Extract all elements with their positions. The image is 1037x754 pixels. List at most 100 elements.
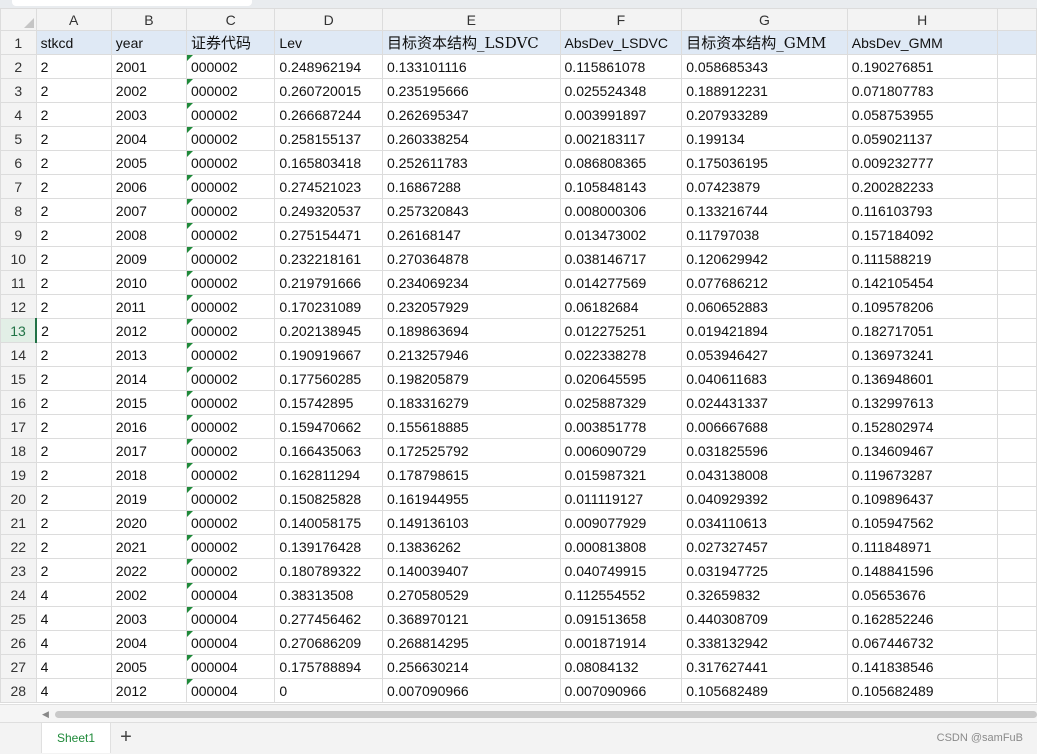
table-cell[interactable]: 0.182717051 bbox=[846, 318, 998, 343]
table-cell[interactable]: 000002 bbox=[185, 558, 276, 583]
table-cell[interactable]: 0.009232777 bbox=[846, 150, 998, 175]
table-cell[interactable]: 0.277456462 bbox=[274, 606, 383, 631]
table-cell[interactable]: 2013 bbox=[110, 342, 187, 367]
table-cell[interactable]: 2 bbox=[35, 198, 112, 223]
table-cell[interactable]: 0.014277569 bbox=[559, 270, 683, 295]
table-cell[interactable]: 0.266687244 bbox=[274, 102, 383, 127]
table-cell[interactable]: 000002 bbox=[185, 126, 276, 151]
row-header[interactable]: 8 bbox=[0, 198, 37, 223]
table-cell[interactable]: 0.105848143 bbox=[559, 174, 683, 199]
table-cell[interactable]: 2 bbox=[35, 174, 112, 199]
table-cell[interactable]: 4 bbox=[35, 582, 112, 607]
column-header-b[interactable]: B bbox=[110, 8, 187, 31]
table-cell[interactable]: 2012 bbox=[110, 678, 187, 703]
column-header-c[interactable]: C bbox=[185, 8, 276, 31]
table-cell[interactable]: 4 bbox=[35, 606, 112, 631]
row-header[interactable]: 27 bbox=[0, 654, 37, 679]
table-cell[interactable]: 0.067446732 bbox=[846, 630, 998, 655]
table-cell[interactable]: 2011 bbox=[110, 294, 187, 319]
table-cell[interactable]: 0.019421894 bbox=[681, 318, 848, 343]
empty-cell[interactable] bbox=[996, 174, 1037, 199]
table-cell[interactable]: 2 bbox=[35, 462, 112, 487]
table-cell[interactable]: 0.190919667 bbox=[274, 342, 383, 367]
table-cell[interactable]: 0.157184092 bbox=[846, 222, 998, 247]
table-cell[interactable]: 000002 bbox=[185, 390, 276, 415]
empty-cell[interactable] bbox=[996, 534, 1037, 559]
table-cell[interactable]: 0.009077929 bbox=[559, 510, 683, 535]
sheet-tab-sheet1[interactable]: Sheet1 bbox=[41, 723, 111, 753]
table-cell[interactable]: 0.26168147 bbox=[381, 222, 561, 247]
table-cell[interactable]: 2014 bbox=[110, 366, 187, 391]
header-cell[interactable]: 目标资本结构_LSDVC bbox=[381, 30, 561, 55]
table-cell[interactable]: 2 bbox=[35, 150, 112, 175]
table-cell[interactable]: 0.105682489 bbox=[681, 678, 848, 703]
table-cell[interactable]: 0.112554552 bbox=[559, 582, 683, 607]
empty-cell[interactable] bbox=[996, 654, 1037, 679]
table-cell[interactable]: 000002 bbox=[185, 486, 276, 511]
table-cell[interactable]: 2020 bbox=[110, 510, 187, 535]
table-cell[interactable]: 2 bbox=[35, 246, 112, 271]
table-cell[interactable]: 0.140039407 bbox=[381, 558, 561, 583]
table-cell[interactable]: 2 bbox=[35, 486, 112, 511]
table-cell[interactable]: 0.11797038 bbox=[681, 222, 848, 247]
table-cell[interactable]: 0.270364878 bbox=[381, 246, 561, 271]
table-cell[interactable]: 0.060652883 bbox=[681, 294, 848, 319]
table-cell[interactable]: 0.105682489 bbox=[846, 678, 998, 703]
table-cell[interactable]: 0.368970121 bbox=[381, 606, 561, 631]
header-cell[interactable]: year bbox=[110, 30, 187, 55]
table-cell[interactable]: 0.031947725 bbox=[681, 558, 848, 583]
table-cell[interactable]: 4 bbox=[35, 630, 112, 655]
empty-cell[interactable] bbox=[996, 486, 1037, 511]
table-cell[interactable]: 0.024431337 bbox=[681, 390, 848, 415]
row-header[interactable]: 28 bbox=[0, 678, 37, 703]
table-cell[interactable]: 0.166435063 bbox=[274, 438, 383, 463]
table-cell[interactable]: 000002 bbox=[185, 294, 276, 319]
spreadsheet-grid[interactable]: ABCDEFGH 1 stkcd year 证券代码 Lev 目标资本结构_LSDVC Ab… bbox=[0, 8, 1037, 704]
row-header[interactable]: 7 bbox=[0, 174, 37, 199]
table-cell[interactable]: 0.136948601 bbox=[846, 366, 998, 391]
add-sheet-icon[interactable]: + bbox=[115, 727, 137, 749]
table-cell[interactable]: 0.258155137 bbox=[274, 126, 383, 151]
table-cell[interactable]: 0.105947562 bbox=[846, 510, 998, 535]
table-cell[interactable]: 0.006090729 bbox=[559, 438, 683, 463]
empty-cell[interactable] bbox=[996, 198, 1037, 223]
table-cell[interactable]: 0.252611783 bbox=[381, 150, 561, 175]
table-cell[interactable]: 0.141838546 bbox=[846, 654, 998, 679]
table-cell[interactable]: 0.091513658 bbox=[559, 606, 683, 631]
table-cell[interactable]: 0.161944955 bbox=[381, 486, 561, 511]
table-cell[interactable]: 0.260720015 bbox=[274, 78, 383, 103]
row-header[interactable]: 5 bbox=[0, 126, 37, 151]
table-cell[interactable]: 0.119673287 bbox=[846, 462, 998, 487]
table-cell[interactable]: 2006 bbox=[110, 174, 187, 199]
table-cell[interactable]: 0.034110613 bbox=[681, 510, 848, 535]
row-header[interactable]: 6 bbox=[0, 150, 37, 175]
table-cell[interactable]: 0.274521023 bbox=[274, 174, 383, 199]
table-cell[interactable]: 0.136973241 bbox=[846, 342, 998, 367]
header-cell[interactable]: stkcd bbox=[35, 30, 112, 55]
table-cell[interactable]: 000004 bbox=[185, 630, 276, 655]
table-cell[interactable]: 2004 bbox=[110, 630, 187, 655]
empty-cell[interactable] bbox=[996, 30, 1037, 55]
table-cell[interactable]: 0.178798615 bbox=[381, 462, 561, 487]
table-cell[interactable]: 0.232057929 bbox=[381, 294, 561, 319]
table-cell[interactable]: 0.15742895 bbox=[274, 390, 383, 415]
row-header[interactable]: 25 bbox=[0, 606, 37, 631]
column-header-f[interactable]: F bbox=[559, 8, 683, 31]
table-cell[interactable]: 0.140058175 bbox=[274, 510, 383, 535]
table-cell[interactable]: 0.188912231 bbox=[681, 78, 848, 103]
table-cell[interactable]: 0.199134 bbox=[681, 126, 848, 151]
column-header-a[interactable]: A bbox=[35, 8, 112, 31]
table-cell[interactable]: 2 bbox=[35, 438, 112, 463]
table-cell[interactable]: 2001 bbox=[110, 54, 187, 79]
table-cell[interactable]: 0.002183117 bbox=[559, 126, 683, 151]
empty-cell[interactable] bbox=[996, 102, 1037, 127]
table-cell[interactable]: 0.150825828 bbox=[274, 486, 383, 511]
header-cell[interactable]: AbsDev_LSDVC bbox=[559, 30, 683, 55]
table-cell[interactable]: 2 bbox=[35, 78, 112, 103]
table-cell[interactable]: 0.059021137 bbox=[846, 126, 998, 151]
table-cell[interactable]: 2 bbox=[35, 318, 112, 343]
table-cell[interactable]: 0.006667688 bbox=[681, 414, 848, 439]
table-cell[interactable]: 0.270686209 bbox=[274, 630, 383, 655]
table-cell[interactable]: 0.116103793 bbox=[846, 198, 998, 223]
table-cell[interactable]: 2008 bbox=[110, 222, 187, 247]
